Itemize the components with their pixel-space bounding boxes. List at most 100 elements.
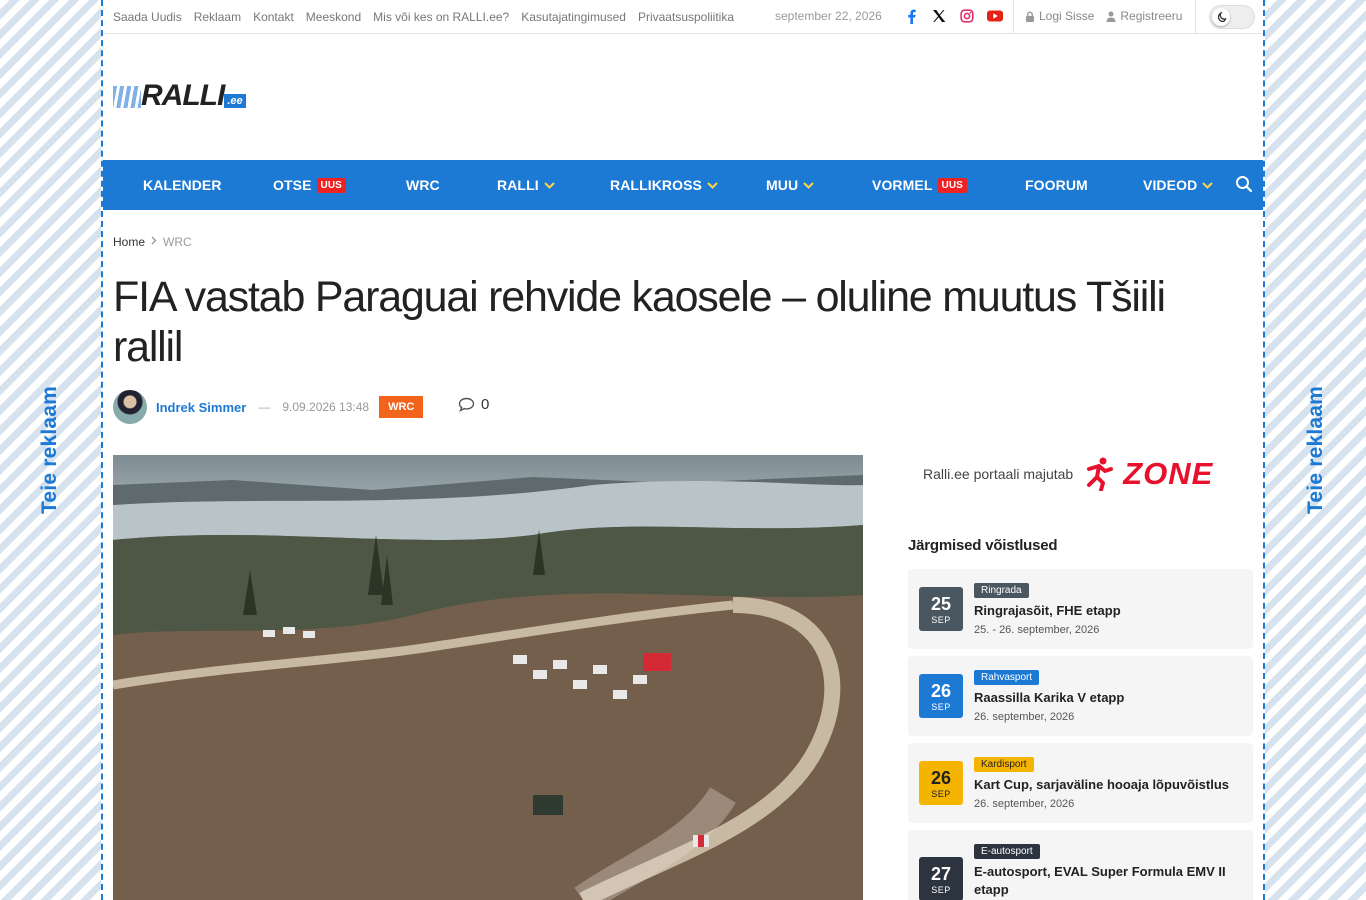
top-separator: [1013, 0, 1014, 34]
nav-label: OTSE: [273, 177, 312, 193]
instagram-icon[interactable]: [959, 7, 975, 25]
nav-item-rallikross[interactable]: RALLIKROSS: [610, 160, 718, 210]
event-name[interactable]: E-autosport, EVAL Super Formula EMV II e…: [974, 863, 1244, 899]
top-link-kontakt[interactable]: Kontakt: [253, 10, 294, 24]
chevron-right-icon: [151, 236, 157, 248]
comment-icon: [458, 397, 475, 412]
logo-word: RALLI: [141, 79, 225, 112]
auth-links: Logi Sisse Registreeru: [1025, 9, 1182, 23]
right-side-ad-label: Teie reklaam: [1304, 385, 1327, 515]
zone-logo: ZONE: [1085, 456, 1213, 492]
breadcrumb-current[interactable]: WRC: [163, 235, 192, 249]
main-nav: KALENDER OTSE UUS WRC RALLI RALLIKROSS M…: [103, 160, 1263, 210]
nav-label: FOORUM: [1025, 177, 1088, 193]
youtube-icon[interactable]: [987, 7, 1003, 25]
top-links: Saada Uudis Reklaam Kontakt Meeskond Mis…: [113, 10, 734, 24]
event-day: 27: [930, 864, 952, 884]
nav-item-videod[interactable]: VIDEOD: [1143, 160, 1213, 210]
nav-item-vormel[interactable]: VORMEL UUS: [872, 160, 967, 210]
upcoming-events-title: Järgmised võistlused: [908, 537, 1058, 554]
nav-item-ralli[interactable]: RALLI: [497, 160, 555, 210]
event-category-tag[interactable]: Ringrada: [974, 583, 1029, 598]
event-card[interactable]: 26 SEP Kardisport Kart Cup, sarjaväline …: [908, 743, 1253, 823]
event-month: SEP: [931, 615, 951, 625]
zone-brand: ZONE: [1123, 456, 1214, 491]
hosting-banner[interactable]: Ralli.ee portaali majutab ZONE: [923, 455, 1253, 493]
chevron-down-icon: [1202, 178, 1213, 192]
chevron-down-icon: [707, 178, 718, 192]
lock-icon: [1026, 11, 1034, 22]
event-name[interactable]: Kart Cup, sarjaväline hooaja lõpuvõistlu…: [974, 776, 1244, 794]
article-meta: Indrek Simmer — 9.09.2026 13:48 WRC 0: [113, 390, 489, 424]
event-card[interactable]: 27 SEP E-autosport E-autosport, EVAL Sup…: [908, 830, 1253, 900]
author-name[interactable]: Indrek Simmer: [156, 400, 246, 415]
right-side-ad[interactable]: Teie reklaam: [1266, 0, 1366, 900]
event-date-box: 26 SEP: [919, 761, 963, 805]
top-link-mis-voi-kes[interactable]: Mis või kes on RALLI.ee?: [373, 10, 509, 24]
register-link[interactable]: Registreeru: [1106, 9, 1182, 23]
social-links: [903, 7, 1003, 25]
article-title: FIA vastab Paraguai rehvide kaosele – ol…: [113, 273, 1166, 371]
site-header: RALLI .ee: [103, 34, 1263, 160]
site-logo[interactable]: RALLI .ee: [113, 79, 246, 112]
runner-icon: [1087, 457, 1114, 491]
event-category-tag[interactable]: E-autosport: [974, 844, 1040, 859]
hero-image[interactable]: [113, 455, 863, 900]
nav-item-wrc[interactable]: WRC: [406, 160, 440, 210]
event-date-box: 25 SEP: [919, 587, 963, 631]
event-month: SEP: [931, 702, 951, 712]
comments-link[interactable]: 0: [458, 396, 489, 413]
comments-count: 0: [481, 396, 490, 413]
top-link-privaatsuspoliitika[interactable]: Privaatsuspoliitika: [638, 10, 734, 24]
top-bar: Saada Uudis Reklaam Kontakt Meeskond Mis…: [103, 0, 1263, 34]
event-date-box: 26 SEP: [919, 674, 963, 718]
nav-label: RALLI: [497, 177, 539, 193]
nav-label: KALENDER: [143, 177, 222, 193]
event-month: SEP: [931, 885, 951, 895]
top-link-kasutajatingimused[interactable]: Kasutajatingimused: [521, 10, 626, 24]
moon-icon: [1212, 8, 1230, 26]
event-card[interactable]: 25 SEP Ringrada Ringrajasõit, FHE etapp …: [908, 569, 1253, 649]
event-date-range: 25. - 26. september, 2026: [974, 624, 1100, 636]
nav-label: WRC: [406, 177, 440, 193]
event-name[interactable]: Ringrajasõit, FHE etapp: [974, 602, 1244, 620]
post-date: 9.09.2026 13:48: [282, 400, 370, 414]
search-icon[interactable]: [1235, 175, 1253, 198]
user-icon: [1106, 11, 1116, 22]
event-date-range: 26. september, 2026: [974, 711, 1075, 723]
nav-item-otse[interactable]: OTSE UUS: [273, 160, 346, 210]
event-category-tag[interactable]: Kardisport: [974, 757, 1034, 772]
event-date-box: 27 SEP: [919, 857, 963, 900]
facebook-icon[interactable]: [903, 7, 919, 25]
top-separator-2: [1195, 0, 1196, 34]
event-month: SEP: [931, 789, 951, 799]
login-link[interactable]: Logi Sisse: [1025, 9, 1094, 23]
author-avatar[interactable]: [113, 390, 147, 424]
nav-label: MUU: [766, 177, 799, 193]
category-badge[interactable]: WRC: [379, 396, 424, 418]
upcoming-events-list: 25 SEP Ringrada Ringrajasõit, FHE etapp …: [908, 569, 1253, 900]
breadcrumb-home[interactable]: Home: [113, 235, 145, 249]
left-side-ad[interactable]: Teie reklaam: [0, 0, 100, 900]
chevron-down-icon: [803, 178, 814, 192]
top-link-saada-uudis[interactable]: Saada Uudis: [113, 10, 182, 24]
logo-stripes: [113, 86, 141, 108]
meta-dash: —: [258, 400, 271, 414]
event-day: 26: [930, 768, 952, 788]
left-side-ad-label: Teie reklaam: [38, 385, 61, 515]
nav-item-muu[interactable]: MUU: [766, 160, 814, 210]
x-twitter-icon[interactable]: [931, 7, 947, 25]
event-date-range: 26. september, 2026: [974, 798, 1075, 810]
nav-item-foorum[interactable]: FOORUM: [1025, 160, 1088, 210]
event-card[interactable]: 26 SEP Rahvasport Raassilla Karika V eta…: [908, 656, 1253, 736]
top-link-reklaam[interactable]: Reklaam: [194, 10, 241, 24]
top-link-meeskond[interactable]: Meeskond: [306, 10, 361, 24]
event-day: 25: [930, 594, 952, 614]
nav-item-kalender[interactable]: KALENDER: [143, 160, 222, 210]
page-container: Saada Uudis Reklaam Kontakt Meeskond Mis…: [101, 0, 1265, 900]
event-name[interactable]: Raassilla Karika V etapp: [974, 689, 1244, 707]
dark-mode-toggle[interactable]: [1209, 5, 1255, 29]
top-date: september 22, 2026: [775, 9, 882, 23]
event-category-tag[interactable]: Rahvasport: [974, 670, 1040, 685]
event-day: 26: [930, 681, 952, 701]
